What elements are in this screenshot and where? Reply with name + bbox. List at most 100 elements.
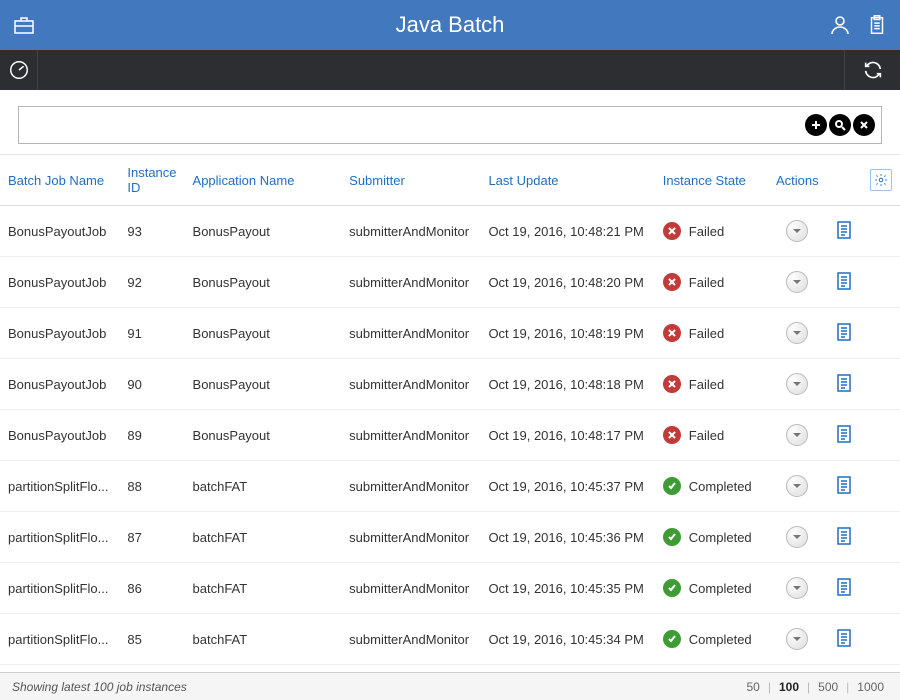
cell-id[interactable]: 85	[119, 614, 184, 665]
cell-actions	[768, 206, 827, 257]
cell-name[interactable]: partitionSplitFlo...	[0, 614, 119, 665]
refresh-button[interactable]	[844, 50, 900, 90]
cell-log	[827, 308, 862, 359]
cell-app[interactable]: BonusPayout	[185, 410, 342, 461]
filter-input[interactable]	[27, 118, 805, 133]
job-log-icon[interactable]	[836, 482, 852, 497]
page-size-50[interactable]: 50	[743, 680, 764, 694]
filter-box	[18, 106, 882, 144]
job-table-scroll[interactable]: Batch Job Name Instance ID Application N…	[0, 155, 900, 673]
cell-app[interactable]: batchFAT	[185, 461, 342, 512]
cell-actions	[768, 512, 827, 563]
col-id[interactable]: Instance ID	[119, 155, 184, 206]
cell-name[interactable]: partitionSplitFlo...	[0, 512, 119, 563]
row-actions-button[interactable]	[786, 628, 808, 650]
cell-app[interactable]: batchFAT	[185, 614, 342, 665]
cell-submitter: submitterAndMonitor	[341, 308, 480, 359]
cell-app[interactable]: batchFAT	[185, 512, 342, 563]
cell-update: Oct 19, 2016, 10:48:17 PM	[480, 410, 654, 461]
col-update[interactable]: Last Update	[480, 155, 654, 206]
cell-name[interactable]: partitionSplitFlo...	[0, 461, 119, 512]
job-log-icon[interactable]	[836, 533, 852, 548]
cell-update: Oct 19, 2016, 10:45:33 PM	[480, 665, 654, 674]
column-settings-button[interactable]	[870, 169, 892, 191]
job-log-icon[interactable]	[836, 584, 852, 599]
cell-id[interactable]: 91	[119, 308, 184, 359]
col-actions[interactable]: Actions	[768, 155, 827, 206]
header-bar: Java Batch	[0, 0, 900, 50]
cell-state: Completed	[655, 614, 768, 665]
status-completed-icon	[663, 630, 681, 648]
cell-name[interactable]: partitionSplitFlo...	[0, 563, 119, 614]
cell-app[interactable]: BonusPayout	[185, 257, 342, 308]
cell-app[interactable]: BonusPayout	[185, 359, 342, 410]
cell-submitter: submitterAndMonitor	[341, 563, 480, 614]
cell-log	[827, 665, 862, 674]
row-actions-button[interactable]	[786, 373, 808, 395]
cell-name[interactable]: BonusPayoutJob	[0, 257, 119, 308]
cell-id[interactable]: 88	[119, 461, 184, 512]
table-row: BonusPayoutJob92BonusPayoutsubmitterAndM…	[0, 257, 900, 308]
job-log-icon[interactable]	[836, 635, 852, 650]
cell-app[interactable]: batchFAT	[185, 665, 342, 674]
cell-name[interactable]: partitionSplitFlo...	[0, 665, 119, 674]
row-actions-button[interactable]	[786, 220, 808, 242]
cell-log	[827, 257, 862, 308]
cell-id[interactable]: 93	[119, 206, 184, 257]
row-actions-button[interactable]	[786, 424, 808, 446]
cell-id[interactable]: 87	[119, 512, 184, 563]
cell-id[interactable]: 90	[119, 359, 184, 410]
cell-name[interactable]: BonusPayoutJob	[0, 410, 119, 461]
toolbox-icon[interactable]	[12, 13, 36, 37]
user-icon[interactable]	[828, 13, 852, 37]
row-actions-button[interactable]	[786, 526, 808, 548]
job-log-icon[interactable]	[836, 227, 852, 242]
cell-app[interactable]: BonusPayout	[185, 308, 342, 359]
cell-update: Oct 19, 2016, 10:48:20 PM	[480, 257, 654, 308]
row-actions-button[interactable]	[786, 577, 808, 599]
clear-icon[interactable]	[853, 114, 875, 136]
status-failed-icon	[663, 375, 681, 393]
cell-update: Oct 19, 2016, 10:45:37 PM	[480, 461, 654, 512]
col-state[interactable]: Instance State	[655, 155, 768, 206]
cell-name[interactable]: BonusPayoutJob	[0, 359, 119, 410]
cell-id[interactable]: 89	[119, 410, 184, 461]
job-log-icon[interactable]	[836, 431, 852, 446]
row-actions-button[interactable]	[786, 322, 808, 344]
clipboard-icon[interactable]	[866, 14, 888, 36]
status-failed-icon	[663, 222, 681, 240]
page-size-500[interactable]: 500	[814, 680, 842, 694]
table-row: BonusPayoutJob90BonusPayoutsubmitterAndM…	[0, 359, 900, 410]
add-filter-icon[interactable]	[805, 114, 827, 136]
table-row: partitionSplitFlo...87batchFATsubmitterA…	[0, 512, 900, 563]
cell-state: Completed	[655, 665, 768, 674]
status-failed-icon	[663, 324, 681, 342]
cell-update: Oct 19, 2016, 10:48:19 PM	[480, 308, 654, 359]
cell-id[interactable]: 84	[119, 665, 184, 674]
job-log-icon[interactable]	[836, 278, 852, 293]
cell-actions	[768, 410, 827, 461]
status-completed-icon	[663, 477, 681, 495]
search-icon[interactable]	[829, 114, 851, 136]
cell-log	[827, 461, 862, 512]
col-name[interactable]: Batch Job Name	[0, 155, 119, 206]
page-size-100[interactable]: 100	[775, 680, 803, 694]
job-log-icon[interactable]	[836, 380, 852, 395]
cell-name[interactable]: BonusPayoutJob	[0, 206, 119, 257]
status-completed-icon	[663, 579, 681, 597]
job-log-icon[interactable]	[836, 329, 852, 344]
row-actions-button[interactable]	[786, 271, 808, 293]
cell-update: Oct 19, 2016, 10:48:18 PM	[480, 359, 654, 410]
col-submitter[interactable]: Submitter	[341, 155, 480, 206]
cell-log	[827, 359, 862, 410]
dashboard-button[interactable]	[0, 50, 38, 90]
col-app[interactable]: Application Name	[185, 155, 342, 206]
cell-name[interactable]: BonusPayoutJob	[0, 308, 119, 359]
cell-app[interactable]: batchFAT	[185, 563, 342, 614]
cell-id[interactable]: 86	[119, 563, 184, 614]
cell-app[interactable]: BonusPayout	[185, 206, 342, 257]
page-size-1000[interactable]: 1000	[853, 680, 888, 694]
cell-state: Failed	[655, 206, 768, 257]
cell-id[interactable]: 92	[119, 257, 184, 308]
row-actions-button[interactable]	[786, 475, 808, 497]
